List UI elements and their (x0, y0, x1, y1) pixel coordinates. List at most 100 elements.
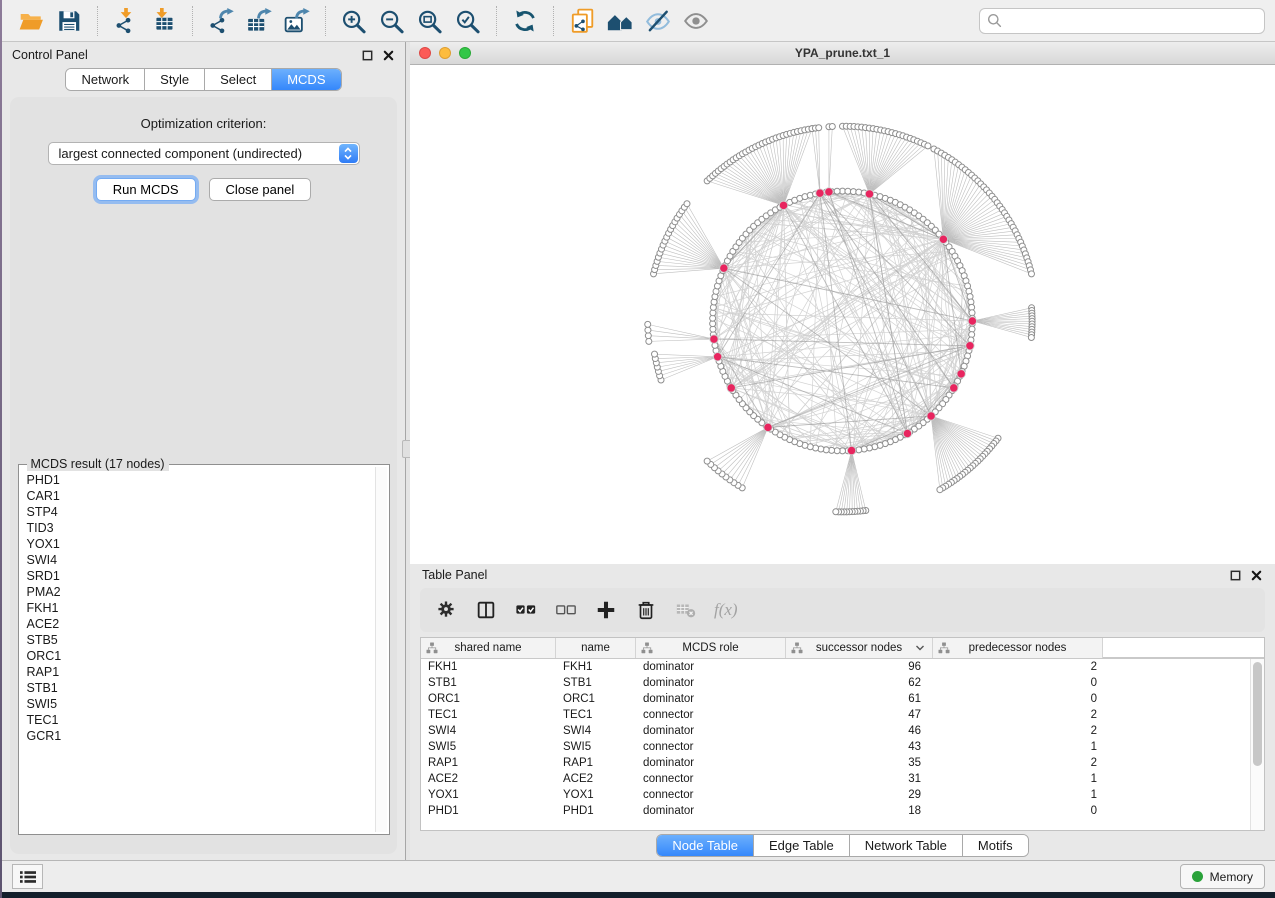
table-row[interactable]: ORC1ORC1dominator610 (421, 691, 1264, 707)
open-file-button[interactable] (12, 4, 50, 38)
table-row[interactable]: ACE2ACE2connector311 (421, 771, 1264, 787)
memory-button[interactable]: Memory (1180, 864, 1265, 889)
cell-mcds_role: dominator (636, 677, 786, 689)
float-table-panel-icon[interactable] (1228, 568, 1242, 582)
zoom-selected-button[interactable] (449, 4, 487, 38)
hide-selected-button[interactable] (639, 4, 677, 38)
mcds-result-list: PHD1CAR1STP4TID3YOX1SWI4SRD1PMA2FKH1ACE2… (21, 472, 374, 832)
settings-gear-button[interactable] (434, 598, 458, 622)
tab-motifs[interactable]: Motifs (962, 835, 1028, 856)
zoom-out-icon (379, 8, 405, 34)
close-panel-icon[interactable] (381, 48, 395, 62)
mcds-list-scrollbar[interactable] (375, 467, 387, 832)
table-panel-header: Table Panel (410, 564, 1275, 586)
export-network-button[interactable] (202, 4, 240, 38)
mcds-result-item[interactable]: CAR1 (27, 488, 374, 504)
tab-network[interactable]: Network (66, 69, 144, 90)
column-header-successor-nodes[interactable]: successor nodes (786, 638, 933, 658)
duplicate-network-button[interactable] (563, 4, 601, 38)
cell-predecessor_nodes: 1 (933, 741, 1103, 753)
cell-mcds_role: dominator (636, 693, 786, 705)
cell-shared_name: ACE2 (421, 773, 556, 785)
tab-network-table[interactable]: Network Table (849, 835, 962, 856)
cell-shared_name: PHD1 (421, 805, 556, 817)
table-row[interactable]: FKH1FKH1dominator962 (421, 659, 1264, 675)
export-table-icon (246, 8, 272, 34)
minimize-window-icon[interactable] (439, 47, 451, 59)
main-area: Control Panel NetworkStyleSelectMCDS Opt… (2, 42, 1275, 860)
cell-successor_nodes: 35 (786, 757, 933, 769)
column-header-shared-name[interactable]: shared name (421, 638, 556, 658)
table-row[interactable]: STB1STB1dominator620 (421, 675, 1264, 691)
sort-indicator-icon (915, 645, 925, 651)
table-scrollbar[interactable] (1250, 659, 1264, 830)
mcds-result-item[interactable]: STB1 (27, 680, 374, 696)
delete-columns-button[interactable] (634, 598, 658, 622)
table-row[interactable]: TEC1TEC1connector472 (421, 707, 1264, 723)
mcds-result-item[interactable]: TEC1 (27, 712, 374, 728)
column-header-predecessor-nodes[interactable]: predecessor nodes (933, 638, 1103, 658)
mcds-result-item[interactable]: STP4 (27, 504, 374, 520)
save-session-button[interactable] (50, 4, 88, 38)
mcds-result-item[interactable]: TID3 (27, 520, 374, 536)
mcds-result-item[interactable]: SWI4 (27, 552, 374, 568)
network-window: YPA_prune.txt_1 (410, 42, 1275, 564)
save-session-icon (56, 8, 82, 34)
zoom-out-button[interactable] (373, 4, 411, 38)
export-table-button[interactable] (240, 4, 278, 38)
task-history-button[interactable] (12, 864, 43, 889)
first-neighbors-button[interactable] (601, 4, 639, 38)
mcds-result-item[interactable]: STB5 (27, 632, 374, 648)
add-column-icon (595, 599, 617, 621)
column-header-name[interactable]: name (556, 638, 636, 658)
mcds-result-item[interactable]: ACE2 (27, 616, 374, 632)
refresh-button[interactable] (506, 4, 544, 38)
tab-edge-table[interactable]: Edge Table (753, 835, 849, 856)
mcds-result-item[interactable]: YOX1 (27, 536, 374, 552)
memory-status-icon (1192, 871, 1203, 882)
close-window-icon[interactable] (419, 47, 431, 59)
table-row[interactable]: SWI5SWI5connector431 (421, 739, 1264, 755)
mcds-result-item[interactable]: SWI5 (27, 696, 374, 712)
column-header-MCDS-role[interactable]: MCDS role (636, 638, 786, 658)
cell-shared_name: STB1 (421, 677, 556, 689)
search-input[interactable] (1007, 13, 1257, 29)
table-row[interactable]: PHD1PHD1dominator180 (421, 803, 1264, 819)
columns-button[interactable] (474, 598, 498, 622)
export-image-button[interactable] (278, 4, 316, 38)
mcds-result-item[interactable]: PHD1 (27, 472, 374, 488)
tab-style[interactable]: Style (144, 69, 204, 90)
table-row[interactable]: RAP1RAP1dominator352 (421, 755, 1264, 771)
mcds-result-item[interactable]: RAP1 (27, 664, 374, 680)
deselect-all-button[interactable] (554, 598, 578, 622)
zoom-window-icon[interactable] (459, 47, 471, 59)
column-header-label: MCDS role (682, 642, 738, 654)
mcds-result-item[interactable]: FKH1 (27, 600, 374, 616)
column-header-label: shared name (454, 642, 521, 654)
network-canvas[interactable] (410, 65, 1275, 564)
zoom-fit-button[interactable] (411, 4, 449, 38)
optimization-criterion-value: largest connected component (undirected) (59, 146, 303, 161)
select-all-button[interactable] (514, 598, 538, 622)
import-network-button[interactable] (107, 4, 145, 38)
mcds-result-item[interactable]: PMA2 (27, 584, 374, 600)
run-mcds-button[interactable]: Run MCDS (96, 178, 196, 201)
tab-select[interactable]: Select (204, 69, 271, 90)
mcds-result-item[interactable]: ORC1 (27, 648, 374, 664)
mcds-result-item[interactable]: SRD1 (27, 568, 374, 584)
add-column-button[interactable] (594, 598, 618, 622)
table-row[interactable]: YOX1YOX1connector291 (421, 787, 1264, 803)
table-scrollbar-thumb[interactable] (1253, 662, 1262, 766)
select-stepper-icon (339, 144, 358, 163)
zoom-in-button[interactable] (335, 4, 373, 38)
show-all-button[interactable] (677, 4, 715, 38)
import-table-button[interactable] (145, 4, 183, 38)
mcds-result-item[interactable]: GCR1 (27, 728, 374, 744)
float-panel-icon[interactable] (360, 48, 374, 62)
table-row[interactable]: SWI4SWI4dominator462 (421, 723, 1264, 739)
optimization-criterion-select[interactable]: largest connected component (undirected) (48, 142, 360, 165)
close-table-panel-icon[interactable] (1249, 568, 1263, 582)
tab-mcds[interactable]: MCDS (271, 69, 340, 90)
tab-node-table[interactable]: Node Table (657, 835, 753, 856)
close-panel-button[interactable]: Close panel (209, 178, 312, 201)
